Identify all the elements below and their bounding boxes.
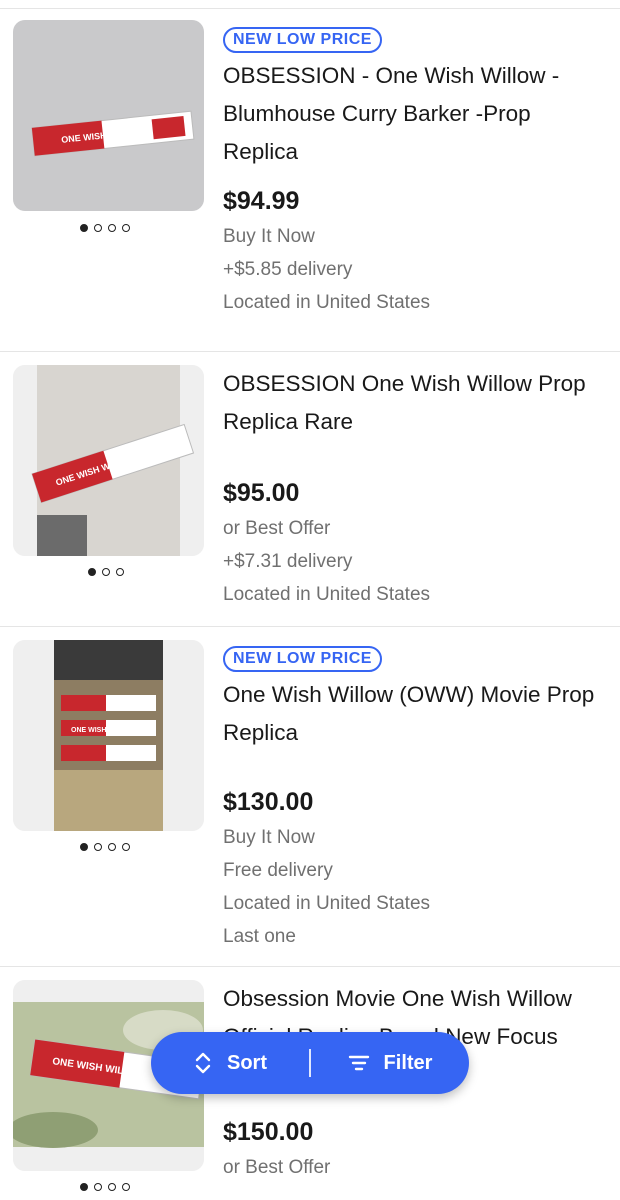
item-location: Located in United States <box>223 292 431 313</box>
listing-thumbnail[interactable]: ONE WISH WILLOW <box>13 640 204 831</box>
listing-price: $95.00 <box>223 479 300 507</box>
pager-dot[interactable] <box>116 568 124 576</box>
buying-format: or Best Offer <box>223 518 331 539</box>
buying-format: or Best Offer <box>223 1157 331 1178</box>
stock-note: Last one <box>223 926 296 947</box>
listing-card[interactable]: ONE WISH WILLOW NEW LOW PRICE OBSESSION … <box>0 9 620 352</box>
pager-dot[interactable] <box>108 1183 116 1191</box>
pager-dot[interactable] <box>122 843 130 851</box>
image-pager[interactable] <box>80 224 130 234</box>
listing-card[interactable]: ONE WISH WILLOW NEW LOW PRICE One Wish W… <box>0 627 620 967</box>
pager-dot[interactable] <box>80 224 88 232</box>
new-low-price-badge: NEW LOW PRICE <box>223 646 382 672</box>
listing-price: $94.99 <box>223 187 300 215</box>
filter-icon <box>348 1055 369 1071</box>
listing-price: $130.00 <box>223 788 314 816</box>
sort-label: Sort <box>227 1051 267 1074</box>
item-location: Located in United States <box>223 584 431 605</box>
sort-arrows-icon <box>195 1052 211 1074</box>
pager-dot[interactable] <box>80 1183 88 1191</box>
box-label: ONE WISH WILLOW <box>71 727 138 734</box>
pager-dot[interactable] <box>88 568 96 576</box>
image-pager[interactable] <box>80 843 130 853</box>
listing-thumbnail[interactable]: ONE WISH WILLOW <box>13 20 204 211</box>
filter-button[interactable]: Filter <box>311 1052 469 1075</box>
pager-dot[interactable] <box>80 843 88 851</box>
buying-format: Buy It Now <box>223 827 315 848</box>
delivery-cost: +$5.85 delivery <box>223 259 353 280</box>
buying-format: Buy It Now <box>223 226 315 247</box>
image-pager[interactable] <box>88 568 124 578</box>
pager-dot[interactable] <box>94 1183 102 1191</box>
image-pager[interactable] <box>80 1183 130 1193</box>
listing-price: $150.00 <box>223 1118 314 1146</box>
delivery-cost: +$7.31 delivery <box>223 551 353 572</box>
top-divider <box>0 0 620 9</box>
pager-dot[interactable] <box>122 1183 130 1191</box>
pager-dot[interactable] <box>102 568 110 576</box>
delivery-cost: Free delivery <box>223 860 333 881</box>
pager-dot[interactable] <box>108 224 116 232</box>
pager-dot[interactable] <box>122 224 130 232</box>
pager-dot[interactable] <box>108 843 116 851</box>
listing-card[interactable]: ONE WISH WILLOW OBSESSION One Wish Willo… <box>0 352 620 627</box>
sort-filter-bar: Sort Filter <box>151 1032 469 1094</box>
new-low-price-badge: NEW LOW PRICE <box>223 27 382 53</box>
item-location: Located in United States <box>223 893 431 914</box>
listing-title[interactable]: OBSESSION One Wish Willow Prop Replica R… <box>223 365 610 441</box>
filter-label: Filter <box>383 1051 433 1074</box>
listing-title[interactable]: OBSESSION - One Wish Willow - Blumhouse … <box>223 57 610 171</box>
listing-thumbnail[interactable]: ONE WISH WILLOW <box>13 365 204 556</box>
listing-title[interactable]: One Wish Willow (OWW) Movie Prop Replica <box>223 676 610 752</box>
pager-dot[interactable] <box>94 224 102 232</box>
sort-button[interactable]: Sort <box>151 1052 309 1075</box>
pager-dot[interactable] <box>94 843 102 851</box>
